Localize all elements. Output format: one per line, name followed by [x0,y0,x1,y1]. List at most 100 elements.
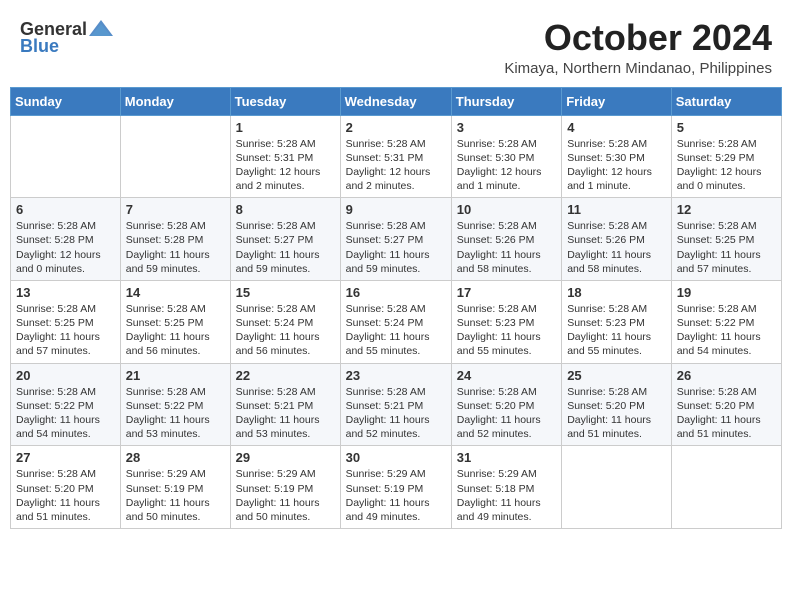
day-number: 16 [346,285,446,300]
day-of-week-header: Tuesday [230,87,340,115]
day-info: Sunrise: 5:28 AMSunset: 5:21 PMDaylight:… [346,385,446,442]
calendar-week-row: 13 Sunrise: 5:28 AMSunset: 5:25 PMDayligh… [11,280,782,363]
day-info: Sunrise: 5:28 AMSunset: 5:26 PMDaylight:… [567,219,666,276]
day-info: Sunrise: 5:28 AMSunset: 5:30 PMDaylight:… [567,137,666,194]
calendar-day-cell: 8 Sunrise: 5:28 AMSunset: 5:27 PMDaylight… [230,198,340,281]
day-info: Sunrise: 5:28 AMSunset: 5:30 PMDaylight:… [457,137,556,194]
calendar-table: SundayMondayTuesdayWednesdayThursdayFrid… [10,87,782,529]
day-number: 28 [126,450,225,465]
day-number: 7 [126,202,225,217]
calendar-day-cell: 29 Sunrise: 5:29 AMSunset: 5:19 PMDayligh… [230,446,340,529]
day-number: 30 [346,450,446,465]
calendar-day-cell: 20 Sunrise: 5:28 AMSunset: 5:22 PMDayligh… [11,363,121,446]
calendar-day-cell: 19 Sunrise: 5:28 AMSunset: 5:22 PMDayligh… [671,280,781,363]
calendar-day-cell: 16 Sunrise: 5:28 AMSunset: 5:24 PMDayligh… [340,280,451,363]
day-info: Sunrise: 5:28 AMSunset: 5:22 PMDaylight:… [677,302,776,359]
calendar-day-cell [562,446,672,529]
calendar-week-row: 6 Sunrise: 5:28 AMSunset: 5:28 PMDaylight… [11,198,782,281]
calendar-day-cell: 12 Sunrise: 5:28 AMSunset: 5:25 PMDayligh… [671,198,781,281]
calendar-day-cell: 7 Sunrise: 5:28 AMSunset: 5:28 PMDaylight… [120,198,230,281]
day-info: Sunrise: 5:28 AMSunset: 5:27 PMDaylight:… [346,219,446,276]
day-info: Sunrise: 5:28 AMSunset: 5:29 PMDaylight:… [677,137,776,194]
day-number: 12 [677,202,776,217]
day-number: 21 [126,368,225,383]
day-number: 5 [677,120,776,135]
day-info: Sunrise: 5:28 AMSunset: 5:24 PMDaylight:… [346,302,446,359]
day-info: Sunrise: 5:28 AMSunset: 5:23 PMDaylight:… [457,302,556,359]
day-number: 26 [677,368,776,383]
day-number: 31 [457,450,556,465]
day-info: Sunrise: 5:28 AMSunset: 5:20 PMDaylight:… [677,385,776,442]
day-info: Sunrise: 5:28 AMSunset: 5:21 PMDaylight:… [236,385,335,442]
day-number: 13 [16,285,115,300]
calendar-day-cell [671,446,781,529]
day-number: 29 [236,450,335,465]
logo-icon [87,18,115,40]
calendar-day-cell: 24 Sunrise: 5:28 AMSunset: 5:20 PMDayligh… [451,363,561,446]
day-info: Sunrise: 5:28 AMSunset: 5:25 PMDaylight:… [16,302,115,359]
day-number: 24 [457,368,556,383]
day-number: 19 [677,285,776,300]
calendar-day-cell: 26 Sunrise: 5:28 AMSunset: 5:20 PMDayligh… [671,363,781,446]
day-info: Sunrise: 5:28 AMSunset: 5:22 PMDaylight:… [126,385,225,442]
day-of-week-header: Wednesday [340,87,451,115]
calendar-week-row: 1 Sunrise: 5:28 AMSunset: 5:31 PMDaylight… [11,115,782,198]
calendar-header-row: SundayMondayTuesdayWednesdayThursdayFrid… [11,87,782,115]
day-of-week-header: Thursday [451,87,561,115]
day-number: 8 [236,202,335,217]
calendar-day-cell: 15Sunrise: 5:28 AMSunset: 5:24 PMDayligh… [230,280,340,363]
day-of-week-header: Sunday [11,87,121,115]
calendar-day-cell: 10 Sunrise: 5:28 AMSunset: 5:26 PMDayligh… [451,198,561,281]
day-number: 25 [567,368,666,383]
calendar-day-cell [120,115,230,198]
day-info: Sunrise: 5:29 AMSunset: 5:19 PMDaylight:… [236,467,335,524]
day-info: Sunrise: 5:28 AMSunset: 5:25 PMDaylight:… [126,302,225,359]
day-info: Sunrise: 5:29 AMSunset: 5:19 PMDaylight:… [126,467,225,524]
calendar-week-row: 20 Sunrise: 5:28 AMSunset: 5:22 PMDayligh… [11,363,782,446]
day-info: Sunrise: 5:28 AMSunset: 5:31 PMDaylight:… [346,137,446,194]
title-block: October 2024 Kimaya, Northern Mindanao, … [504,18,772,77]
day-number: 1 [236,120,335,135]
day-of-week-header: Friday [562,87,672,115]
day-info: Sunrise: 5:28 AMSunset: 5:22 PMDaylight:… [16,385,115,442]
calendar-day-cell: 9 Sunrise: 5:28 AMSunset: 5:27 PMDaylight… [340,198,451,281]
calendar-day-cell: 4 Sunrise: 5:28 AMSunset: 5:30 PMDaylight… [562,115,672,198]
day-info: Sunrise: 5:28 AMSunset: 5:20 PMDaylight:… [567,385,666,442]
day-number: 23 [346,368,446,383]
calendar-day-cell: 21 Sunrise: 5:28 AMSunset: 5:22 PMDayligh… [120,363,230,446]
day-info: Sunrise: 5:28 AMSunset: 5:20 PMDaylight:… [16,467,115,524]
day-info: Sunrise: 5:28 AMSunset: 5:28 PMDaylight:… [126,219,225,276]
location-title: Kimaya, Northern Mindanao, Philippines [504,60,772,77]
calendar-day-cell: 22Sunrise: 5:28 AMSunset: 5:21 PMDayligh… [230,363,340,446]
day-number: 17 [457,285,556,300]
calendar-day-cell: 6 Sunrise: 5:28 AMSunset: 5:28 PMDaylight… [11,198,121,281]
day-number: 3 [457,120,556,135]
day-number: 20 [16,368,115,383]
day-info: Sunrise: 5:28 AMSunset: 5:26 PMDaylight:… [457,219,556,276]
logo: General Blue [20,18,115,57]
day-info: Sunrise: 5:28 AMSunset: 5:20 PMDaylight:… [457,385,556,442]
day-info: Sunrise: 5:28 AMSunset: 5:31 PMDaylight:… [236,137,335,194]
day-of-week-header: Monday [120,87,230,115]
day-info: Sunrise: 5:29 AMSunset: 5:19 PMDaylight:… [346,467,446,524]
day-number: 11 [567,202,666,217]
header: General Blue October 2024 Kimaya, Northe… [10,10,782,83]
calendar-day-cell: 3 Sunrise: 5:28 AMSunset: 5:30 PMDaylight… [451,115,561,198]
calendar-day-cell [11,115,121,198]
calendar-day-cell: 1 Sunrise: 5:28 AMSunset: 5:31 PMDaylight… [230,115,340,198]
day-number: 9 [346,202,446,217]
calendar-day-cell: 5 Sunrise: 5:28 AMSunset: 5:29 PMDaylight… [671,115,781,198]
day-number: 10 [457,202,556,217]
calendar-day-cell: 13 Sunrise: 5:28 AMSunset: 5:25 PMDayligh… [11,280,121,363]
calendar-day-cell: 2Sunrise: 5:28 AMSunset: 5:31 PMDaylight… [340,115,451,198]
day-info: Sunrise: 5:28 AMSunset: 5:23 PMDaylight:… [567,302,666,359]
day-info: Sunrise: 5:28 AMSunset: 5:27 PMDaylight:… [236,219,335,276]
calendar-day-cell: 23 Sunrise: 5:28 AMSunset: 5:21 PMDayligh… [340,363,451,446]
day-number: 4 [567,120,666,135]
day-info: Sunrise: 5:28 AMSunset: 5:25 PMDaylight:… [677,219,776,276]
day-number: 6 [16,202,115,217]
day-info: Sunrise: 5:28 AMSunset: 5:28 PMDaylight:… [16,219,115,276]
day-number: 15 [236,285,335,300]
calendar-day-cell: 18Sunrise: 5:28 AMSunset: 5:23 PMDayligh… [562,280,672,363]
calendar-day-cell: 28 Sunrise: 5:29 AMSunset: 5:19 PMDayligh… [120,446,230,529]
